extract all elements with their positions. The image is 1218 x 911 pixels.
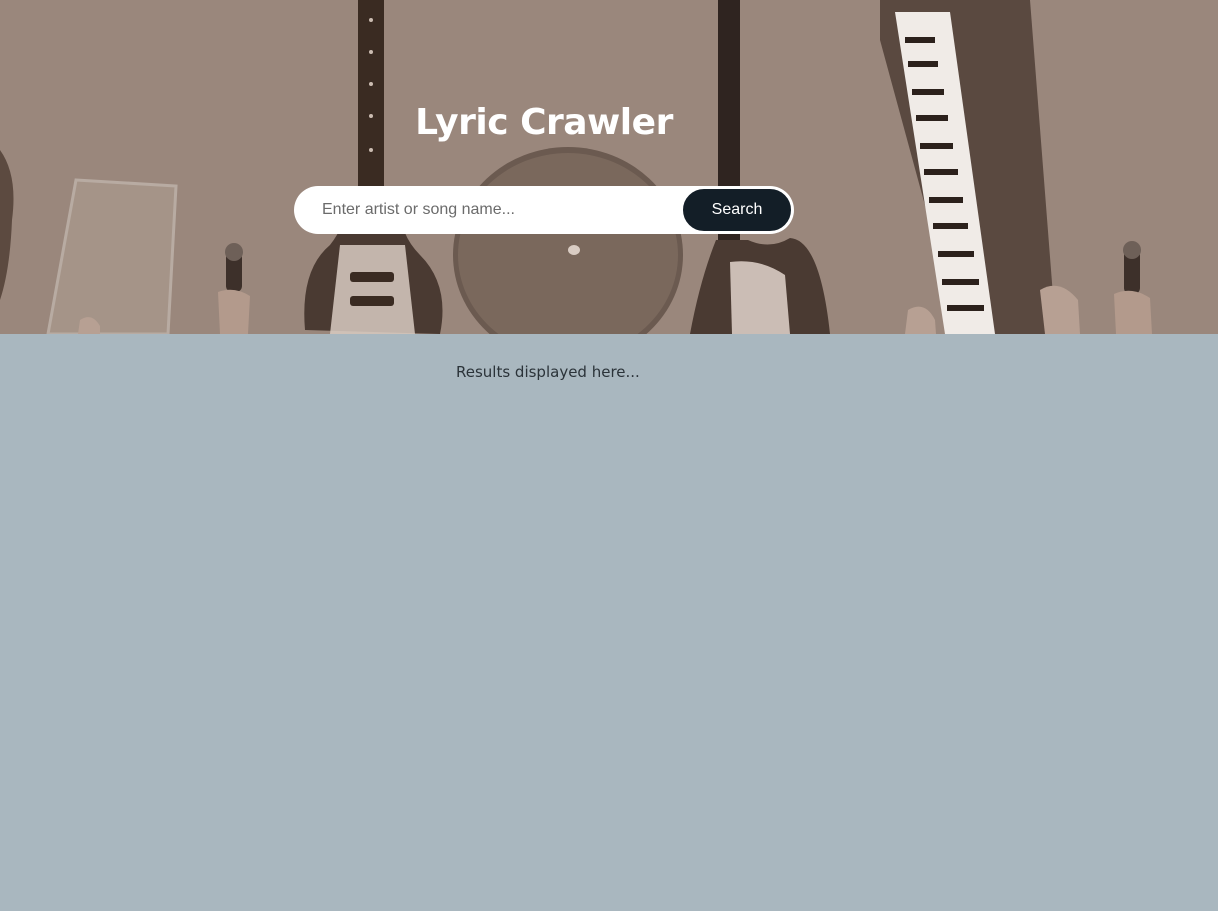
search-form: Search xyxy=(294,186,794,234)
search-button[interactable]: Search xyxy=(681,187,793,233)
results-placeholder-text: Results displayed here... xyxy=(456,363,640,381)
hero-banner: Lyric Crawler Search xyxy=(0,0,1218,334)
app-title: Lyric Crawler xyxy=(415,102,673,143)
instruments-background-image xyxy=(0,0,1218,334)
search-input[interactable] xyxy=(322,186,672,234)
